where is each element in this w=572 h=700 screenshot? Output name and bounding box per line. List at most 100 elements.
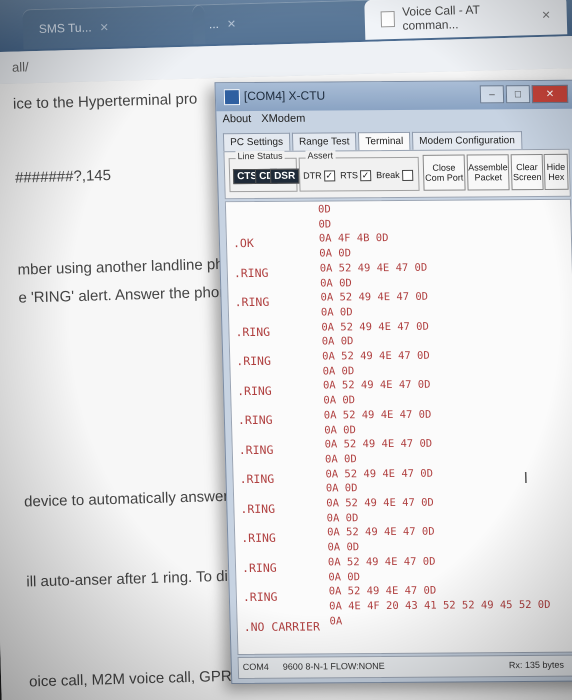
check-icon: ✓: [323, 170, 335, 182]
group-label: Assert: [305, 150, 336, 161]
hex-line: 0D: [317, 203, 331, 216]
monitor-screen: SMS Tu... ✕ ... ✕ Voice Call - AT comman…: [0, 0, 572, 700]
tab-label: Voice Call - AT comman...: [401, 2, 480, 33]
hex-line: 0A 0D: [324, 453, 357, 466]
group-label: Line Status: [235, 150, 285, 162]
tab-label: SMS Tu...: [38, 20, 92, 36]
text-cursor-icon: I: [523, 470, 529, 488]
hex-line: 0A 4E 4F 20 43 41 52 52 49 45 52 0D: [329, 598, 551, 613]
maximize-button[interactable]: □: [505, 85, 531, 104]
terminal-line: .RING: [233, 265, 269, 280]
terminal-line: .RING: [235, 324, 271, 339]
close-icon[interactable]: ✕: [541, 8, 551, 21]
hex-line: 0A 52 49 4E 47 0D: [323, 408, 432, 422]
close-com-port-button[interactable]: Close Com Port: [422, 154, 466, 191]
hex-line: 0A 52 49 4E 47 0D: [321, 320, 430, 334]
menu-bar: About XModem: [222, 113, 305, 126]
close-icon[interactable]: ✕: [227, 17, 237, 30]
photo-frame: SMS Tu... ✕ ... ✕ Voice Call - AT comman…: [0, 0, 572, 700]
terminal-line: .RING: [236, 353, 272, 369]
tab-label: ...: [208, 16, 220, 32]
close-button[interactable]: ✕: [531, 84, 569, 104]
dtr-checkbox[interactable]: DTR ✓: [303, 170, 335, 182]
page-text-line: mber using another landline ph: [17, 255, 224, 279]
hex-line: 0A 0D: [322, 364, 355, 378]
hex-line: 0A 52 49 4E 47 0D: [319, 261, 428, 275]
terminal-line: .RING: [240, 501, 276, 516]
terminal-line: .NO CARRIER: [243, 618, 321, 634]
hex-line: 0A 0D: [325, 482, 358, 495]
tab-range-test[interactable]: Range Test: [291, 132, 357, 151]
terminal-output[interactable]: .OK .RING .RING .RING .RING .RING .RING .RING .R…: [224, 198, 572, 656]
dsr-indicator: DSR: [269, 168, 300, 184]
minimize-button[interactable]: –: [479, 85, 505, 104]
terminal-controls: Line Status CTS CD DSR Assert DTR ✓ RTS ✓ …: [223, 148, 571, 200]
hex-line: 0A 52 49 4E 47 0D: [327, 555, 436, 569]
browser-tab-sms[interactable]: SMS Tu... ✕: [22, 4, 206, 50]
hide-hex-button[interactable]: Hide Hex: [543, 153, 569, 190]
terminal-line: .: [244, 649, 251, 655]
hex-line: 0A 0D: [321, 335, 354, 348]
hex-line: 0A 0D: [323, 394, 356, 407]
terminal-line: .RING: [237, 412, 273, 428]
hex-line: 0A 52 49 4E 47 0D: [328, 584, 437, 598]
xctu-window: [COM4] X-CTU – □ ✕ About XModem PC Setti…: [214, 79, 572, 685]
terminal-line: .RING: [242, 589, 278, 604]
status-port: COM4: [242, 661, 269, 672]
line-status-group: Line Status CTS CD DSR: [228, 150, 300, 193]
clear-screen-button[interactable]: Clear Screen: [510, 153, 544, 191]
rts-checkbox[interactable]: RTS ✓: [340, 170, 372, 182]
xctu-tabs: PC Settings Range Test Terminal Modem Co…: [222, 131, 524, 152]
window-title-bar[interactable]: [COM4] X-CTU – □ ✕: [215, 80, 572, 112]
menu-about[interactable]: About: [222, 113, 251, 125]
status-rx: Rx: 135 bytes: [508, 659, 565, 671]
page-text-line: device to automatically answer th: [23, 487, 246, 511]
terminal-line: .OK: [232, 235, 254, 251]
terminal-line: .RING: [238, 442, 274, 457]
page-text-line: ice to the Hyperterminal pro: [12, 90, 198, 113]
break-checkbox[interactable]: Break: [376, 169, 413, 182]
page-icon: [380, 11, 395, 28]
terminal-line: .RING: [236, 383, 272, 398]
hex-line: 0A 52 49 4E 47 0D: [322, 379, 431, 392]
page-text-line: ill auto-anser after 1 ring. To disa: [26, 567, 244, 591]
hex-line: 0A 52 49 4E 47 0D: [322, 349, 430, 363]
hex-line: 0A: [329, 614, 343, 627]
hex-line: 0A 52 49 4E 47 0D: [326, 496, 434, 510]
hex-line: 0A 0D: [320, 306, 353, 319]
check-icon: ✓: [359, 170, 372, 182]
window-title: [COM4] X-CTU: [243, 88, 326, 104]
url-text: all/: [11, 59, 29, 75]
window-controls: – □ ✕: [479, 84, 569, 104]
tab-pc-settings[interactable]: PC Settings: [222, 132, 291, 152]
browser-tab-voice-call[interactable]: Voice Call - AT comman... ✕: [364, 0, 568, 40]
hex-column: 0D 0D 0A 4F 4B 0D 0A 0D 0A 52 49 4E 47 0D 0A …: [318, 200, 572, 654]
checkbox-label: RTS: [340, 170, 359, 181]
xctu-app-icon: [223, 89, 241, 106]
hex-line: 0A 52 49 4E 47 0D: [325, 467, 434, 481]
menu-xmodem[interactable]: XModem: [261, 113, 305, 125]
browser-tab-2[interactable]: ... ✕: [192, 0, 376, 45]
checkbox-label: Break: [376, 169, 400, 181]
terminal-line: .RING: [239, 471, 275, 487]
hex-line: 0A 0D: [327, 541, 360, 554]
tab-terminal[interactable]: Terminal: [358, 131, 411, 151]
status-settings: 9600 8-N-1 FLOW:NONE: [282, 660, 385, 672]
hex-line: 0A 0D: [319, 276, 352, 290]
hex-line: 0A 0D: [324, 423, 357, 436]
hex-line: 0A 4F 4B 0D: [318, 232, 389, 245]
hex-line: 0A 0D: [326, 511, 359, 525]
page-text-line: oice call, M2M voice call, GPRS: [28, 667, 242, 691]
hex-line: 0A 0D: [319, 247, 352, 260]
status-bar: COM4 9600 8-N-1 FLOW:NONE Rx: 135 bytes: [237, 654, 572, 680]
close-icon[interactable]: ✕: [99, 20, 109, 33]
hex-line: 0D: [318, 218, 332, 231]
hex-line: 0A 0D: [328, 570, 361, 583]
tab-modem-configuration[interactable]: Modem Configuration: [411, 131, 523, 150]
terminal-line: .RING: [241, 530, 277, 546]
terminal-line: .RING: [234, 294, 270, 310]
assemble-packet-button[interactable]: Assemble Packet: [466, 154, 510, 191]
hex-line: 0A 52 49 4E 47 0D: [326, 526, 435, 539]
hex-line: 0A 52 49 4E 47 0D: [324, 437, 433, 451]
assert-group: Assert DTR ✓ RTS ✓ Break: [298, 150, 420, 192]
